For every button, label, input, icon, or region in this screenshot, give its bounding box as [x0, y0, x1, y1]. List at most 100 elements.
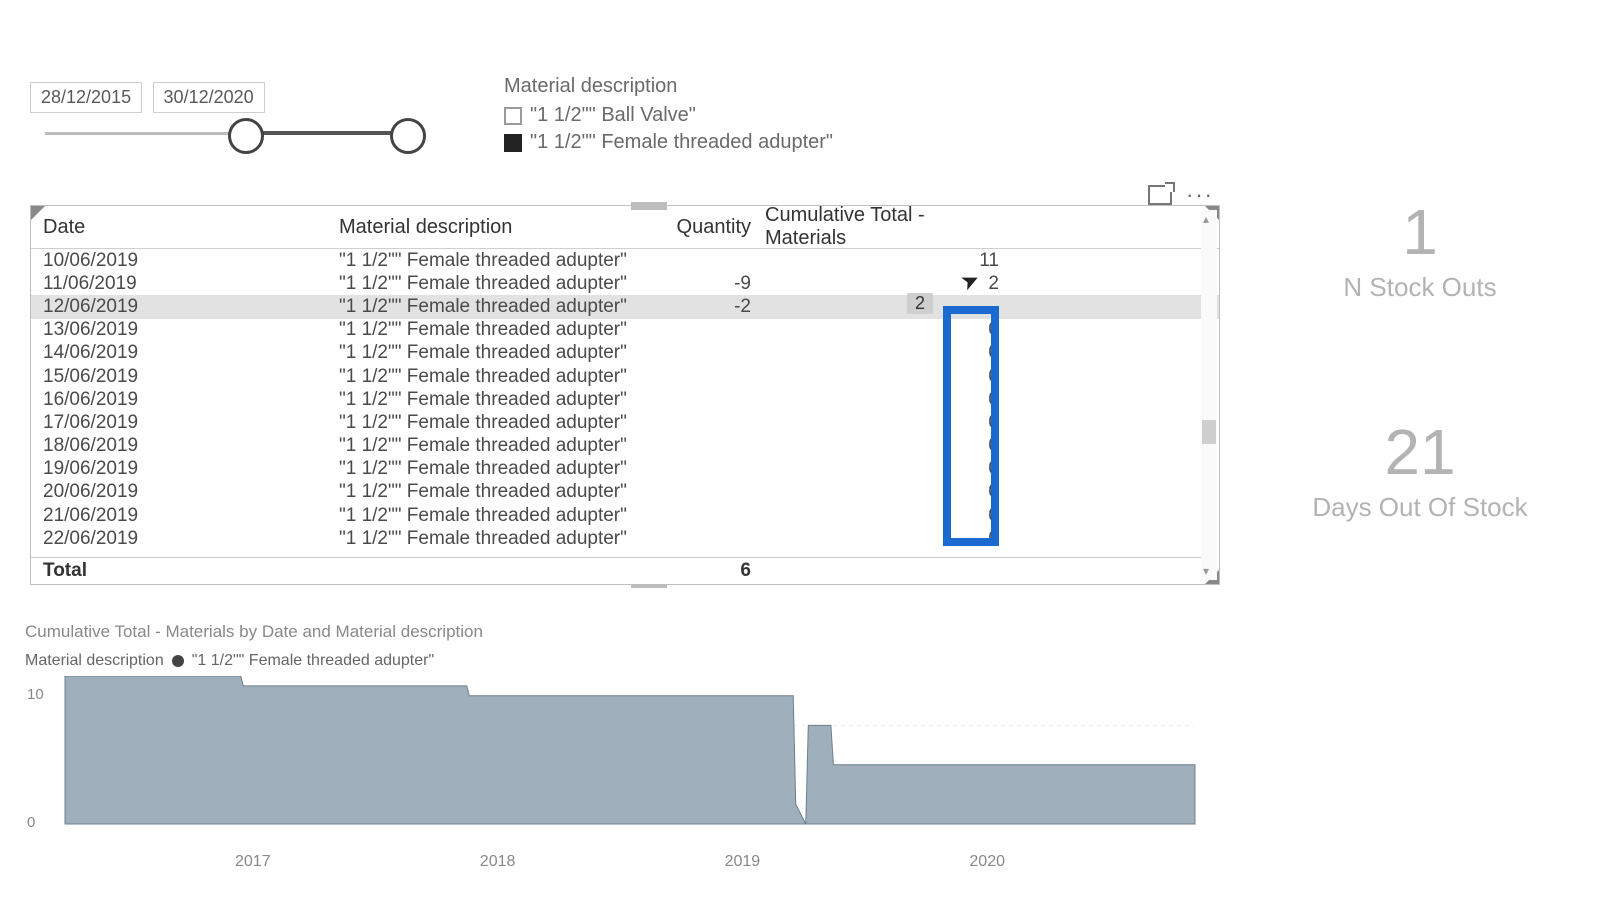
- material-option-ball-valve[interactable]: "1 1/2"" Ball Valve": [504, 104, 833, 127]
- cell-cumulative: 0: [759, 505, 1007, 527]
- cell-date: 16/06/2019: [31, 389, 333, 411]
- kpi-stock-outs[interactable]: 1 N Stock Outs: [1300, 200, 1540, 303]
- material-option-female-adapter[interactable]: "1 1/2"" Female threaded adupter": [504, 131, 833, 154]
- x-tick-label: 2017: [235, 853, 271, 871]
- cell-date: 10/06/2019: [31, 250, 333, 272]
- cell-date: 18/06/2019: [31, 435, 333, 457]
- kpi-stock-outs-value: 1: [1300, 200, 1540, 264]
- date-slider-handle-start[interactable]: [228, 118, 264, 154]
- table-row[interactable]: 18/06/2019"1 1/2"" Female threaded adupt…: [31, 435, 1219, 458]
- table-row[interactable]: 20/06/2019"1 1/2"" Female threaded adupt…: [31, 481, 1219, 504]
- table-row[interactable]: 14/06/2019"1 1/2"" Female threaded adupt…: [31, 342, 1219, 365]
- column-header-cumulative[interactable]: Cumulative Total - Materials: [759, 204, 1005, 250]
- material-slicer[interactable]: Material description "1 1/2"" Ball Valve…: [504, 75, 833, 158]
- cell-cumulative: 0: [759, 435, 1007, 457]
- cell-material: "1 1/2"" Female threaded adupter": [333, 342, 629, 364]
- table-total-row: Total 6: [31, 557, 1203, 584]
- cumulative-area-chart[interactable]: Cumulative Total - Materials by Date and…: [25, 622, 1215, 871]
- cell-date: 20/06/2019: [31, 481, 333, 503]
- cell-material: "1 1/2"" Female threaded adupter": [333, 250, 629, 272]
- y-tick-label: 10: [27, 686, 44, 703]
- table-row[interactable]: 12/06/2019"1 1/2"" Female threaded adupt…: [31, 295, 1219, 318]
- table-row[interactable]: 19/06/2019"1 1/2"" Female threaded adupt…: [31, 458, 1219, 481]
- cell-tooltip: 2: [907, 293, 933, 314]
- table-row[interactable]: 17/06/2019"1 1/2"" Female threaded adupt…: [31, 411, 1219, 434]
- column-header-date[interactable]: Date: [31, 216, 333, 239]
- scroll-down-icon[interactable]: ▾: [1203, 564, 1209, 578]
- cell-material: "1 1/2"" Female threaded adupter": [333, 481, 629, 503]
- cell-date: 22/06/2019: [31, 528, 333, 550]
- date-slider-fill: [244, 131, 404, 135]
- cell-material: "1 1/2"" Female threaded adupter": [333, 412, 629, 434]
- y-tick-label: 0: [27, 814, 35, 831]
- cell-date: 12/06/2019: [31, 296, 333, 318]
- table-row[interactable]: 10/06/2019"1 1/2"" Female threaded adupt…: [31, 249, 1219, 272]
- checkbox-icon[interactable]: [504, 107, 522, 125]
- cell-quantity: -2: [629, 296, 759, 318]
- kpi-stock-outs-label: N Stock Outs: [1300, 272, 1540, 303]
- cell-quantity: -9: [629, 273, 759, 295]
- cell-cumulative: 0: [759, 319, 1007, 341]
- cell-cumulative: 0: [759, 342, 1007, 364]
- cell-cumulative: 0: [759, 458, 1007, 480]
- chart-title: Cumulative Total - Materials by Date and…: [25, 622, 1215, 642]
- cell-date: 15/06/2019: [31, 366, 333, 388]
- table-row[interactable]: 11/06/2019"1 1/2"" Female threaded adupt…: [31, 272, 1219, 295]
- focus-mode-icon[interactable]: [1148, 185, 1172, 205]
- date-range-slicer[interactable]: 28/12/2015 30/12/2020: [30, 82, 271, 113]
- cell-date: 13/06/2019: [31, 319, 333, 341]
- checkbox-filled-icon[interactable]: [504, 134, 522, 152]
- cell-date: 14/06/2019: [31, 342, 333, 364]
- cell-cumulative: 0: [759, 528, 1007, 550]
- table-row[interactable]: 21/06/2019"1 1/2"" Female threaded adupt…: [31, 504, 1219, 527]
- table-row[interactable]: 15/06/2019"1 1/2"" Female threaded adupt…: [31, 365, 1219, 388]
- cell-cumulative: 2: [759, 273, 1007, 295]
- x-tick-label: 2018: [480, 853, 516, 871]
- kpi-days-out[interactable]: 21 Days Out Of Stock: [1280, 420, 1560, 523]
- cell-material: "1 1/2"" Female threaded adupter": [333, 366, 629, 388]
- total-quantity: 6: [629, 560, 759, 582]
- column-header-quantity[interactable]: Quantity: [629, 216, 759, 239]
- table-row[interactable]: 16/06/2019"1 1/2"" Female threaded adupt…: [31, 388, 1219, 411]
- legend-item-label: "1 1/2"" Female threaded adupter": [192, 652, 434, 670]
- cell-cumulative: 0: [759, 412, 1007, 434]
- cell-material: "1 1/2"" Female threaded adupter": [333, 296, 629, 318]
- table-visual-header: ···: [1148, 185, 1214, 205]
- legend-marker-icon: [172, 655, 184, 667]
- materials-table[interactable]: Date Material description Quantity Cumul…: [30, 205, 1220, 585]
- chart-legend: Material description "1 1/2"" Female thr…: [25, 652, 1215, 670]
- cell-date: 11/06/2019: [31, 273, 333, 295]
- cell-cumulative: 11: [759, 250, 1007, 272]
- date-start-input[interactable]: 28/12/2015: [30, 82, 142, 113]
- vertical-scrollbar[interactable]: ▴ ▾: [1201, 210, 1217, 580]
- cell-cumulative: 0: [759, 481, 1007, 503]
- date-end-input[interactable]: 30/12/2020: [153, 82, 265, 113]
- cell-cumulative: 0: [759, 366, 1007, 388]
- material-slicer-title: Material description: [504, 75, 833, 98]
- scroll-up-icon[interactable]: ▴: [1203, 212, 1209, 226]
- more-options-icon[interactable]: ···: [1186, 190, 1214, 200]
- cell-material: "1 1/2"" Female threaded adupter": [333, 435, 629, 457]
- cell-material: "1 1/2"" Female threaded adupter": [333, 528, 629, 550]
- x-axis-ticks: 2017 2018 2019 2020: [25, 853, 1215, 871]
- cell-cumulative: 0: [759, 389, 1007, 411]
- cell-material: "1 1/2"" Female threaded adupter": [333, 389, 629, 411]
- material-option-label: "1 1/2"" Ball Valve": [530, 104, 696, 127]
- kpi-days-out-label: Days Out Of Stock: [1280, 492, 1560, 523]
- table-row[interactable]: 22/06/2019"1 1/2"" Female threaded adupt…: [31, 527, 1219, 550]
- x-tick-label: 2019: [725, 853, 761, 871]
- total-label: Total: [31, 560, 333, 582]
- cell-date: 17/06/2019: [31, 412, 333, 434]
- table-header-row: Date Material description Quantity Cumul…: [31, 206, 1219, 249]
- column-header-material[interactable]: Material description: [333, 216, 629, 239]
- cell-material: "1 1/2"" Female threaded adupter": [333, 505, 629, 527]
- cell-material: "1 1/2"" Female threaded adupter": [333, 458, 629, 480]
- kpi-days-out-value: 21: [1280, 420, 1560, 484]
- vertical-scroll-thumb[interactable]: [1202, 420, 1216, 444]
- cell-date: 19/06/2019: [31, 458, 333, 480]
- material-option-label: "1 1/2"" Female threaded adupter": [530, 131, 833, 154]
- table-row[interactable]: 13/06/2019"1 1/2"" Female threaded adupt…: [31, 319, 1219, 342]
- date-slider-handle-end[interactable]: [390, 118, 426, 154]
- area-plot-svg: [25, 676, 1205, 831]
- cell-material: "1 1/2"" Female threaded adupter": [333, 319, 629, 341]
